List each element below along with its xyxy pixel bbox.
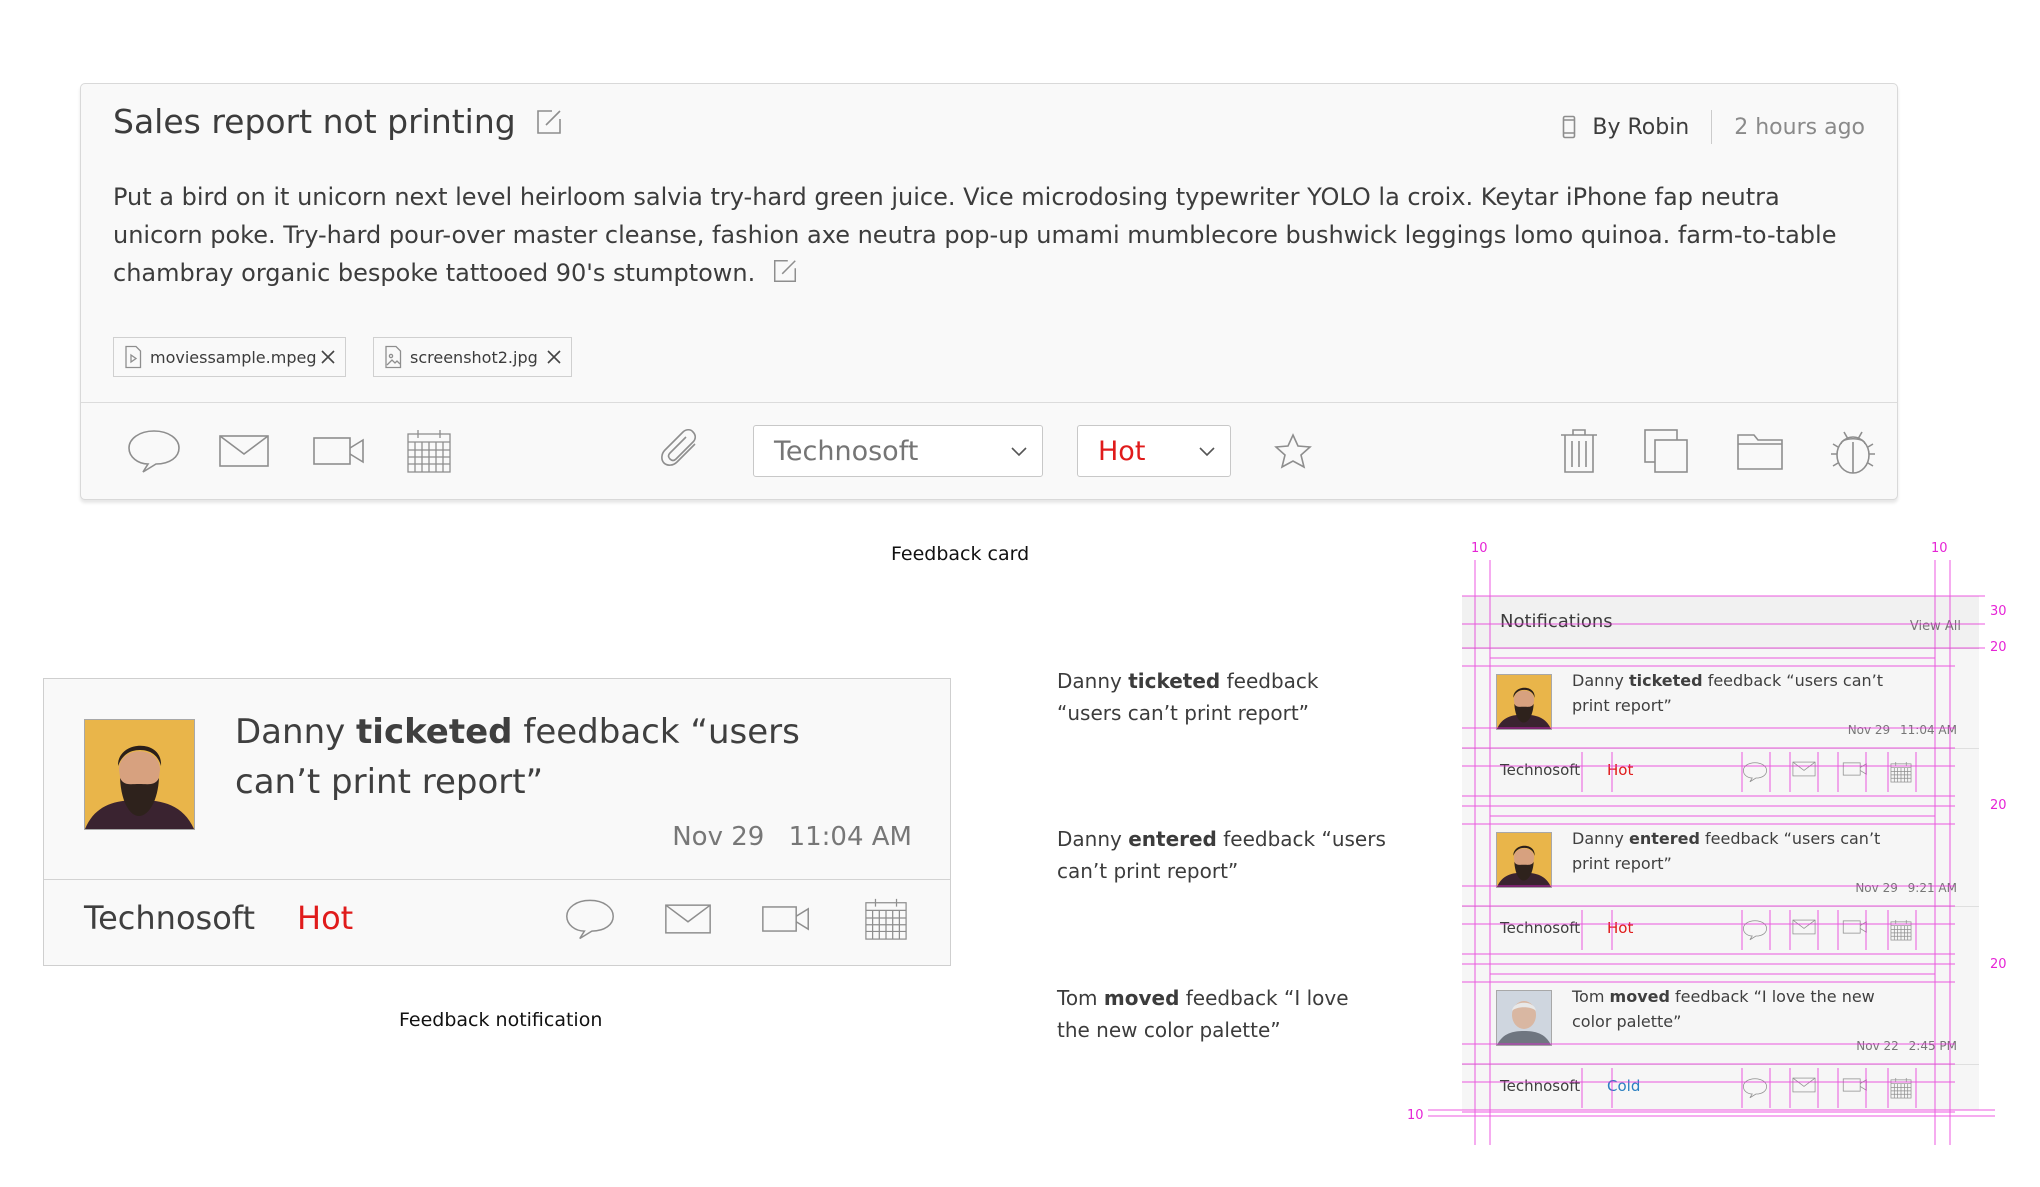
spec-label: 10 <box>1931 541 1948 556</box>
spec-label: 10 <box>1471 541 1488 556</box>
spec-label: 30 <box>1990 604 2007 619</box>
spec-label: 20 <box>1990 640 2007 655</box>
spec-label: 20 <box>1990 957 2007 972</box>
spec-label: 20 <box>1990 798 2007 813</box>
spec-guides <box>1428 560 1995 1145</box>
spec-label: 10 <box>1407 1108 1424 1123</box>
